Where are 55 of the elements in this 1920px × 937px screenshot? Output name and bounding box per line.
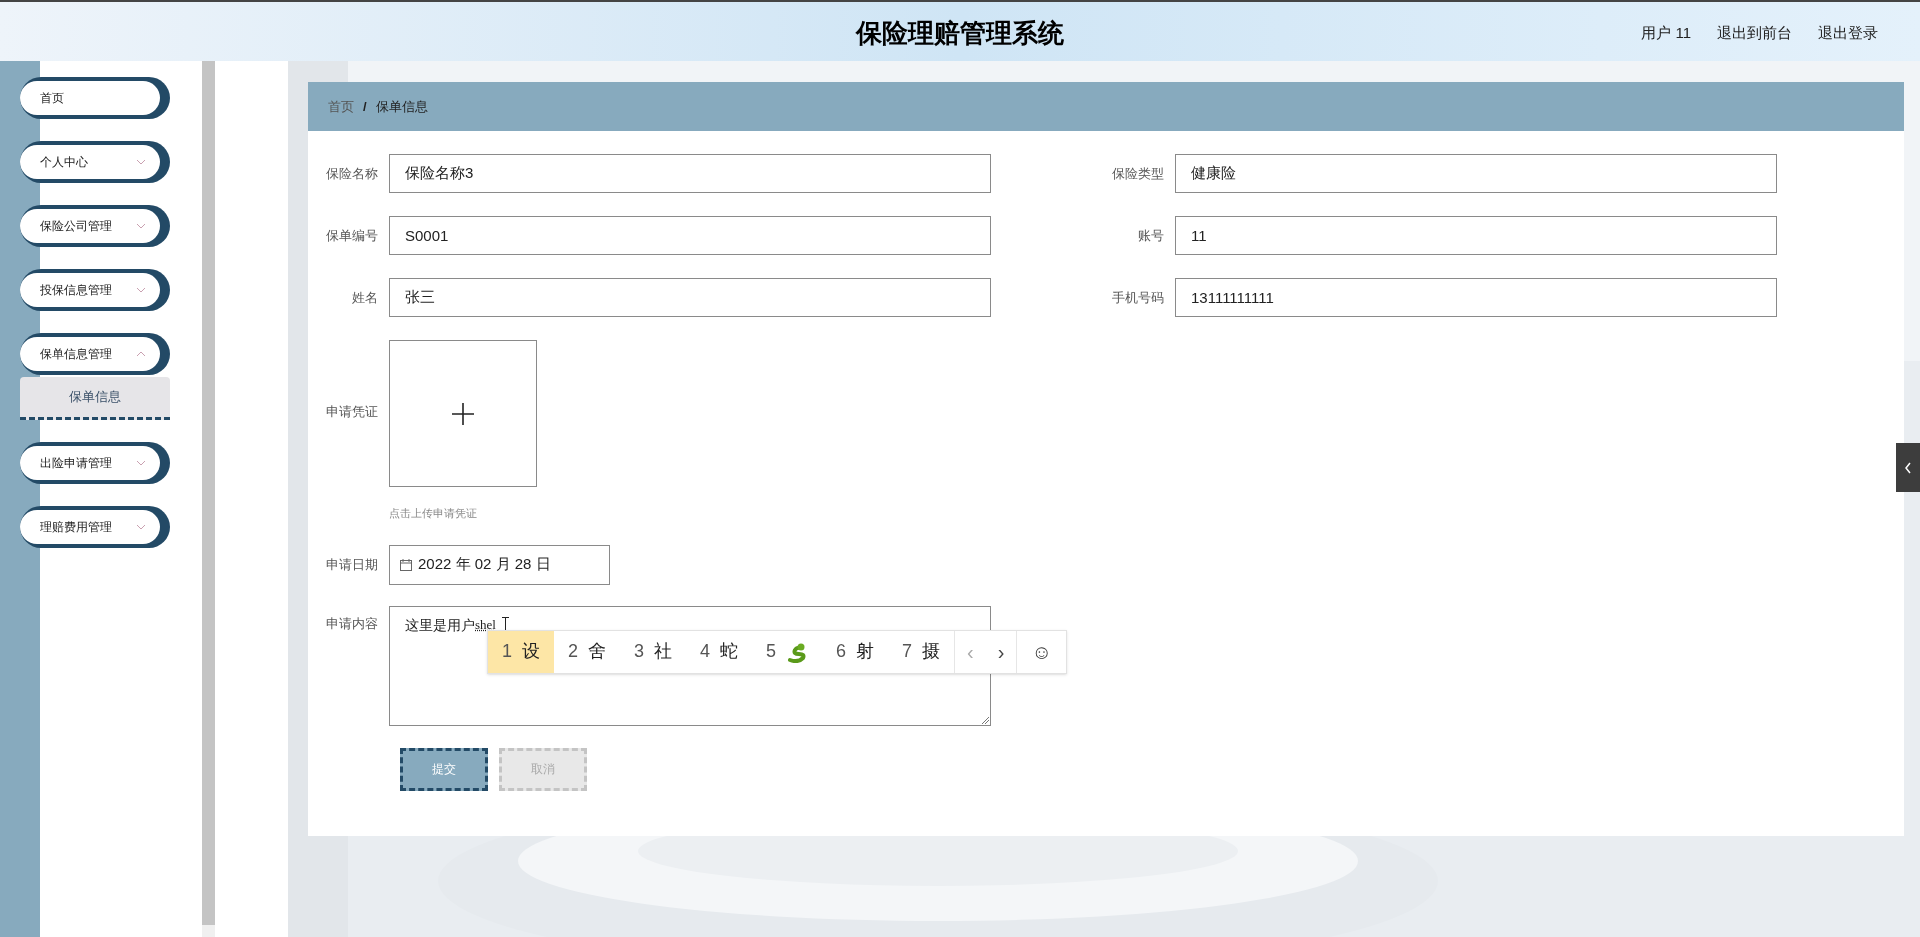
emoji-button[interactable]: ☺	[1016, 630, 1066, 673]
sidebar-scrollbar[interactable]	[202, 61, 215, 937]
menu-item[interactable]: 保险公司管理	[20, 205, 170, 247]
menu-label: 理赔费用管理	[40, 519, 112, 536]
menu-label: 保险公司管理	[40, 218, 112, 235]
field-label: 手机号码	[1111, 289, 1165, 307]
menu-label: 出险申请管理	[40, 455, 112, 472]
candidate-item[interactable]: 5	[752, 630, 823, 673]
text-cursor-icon	[501, 616, 509, 631]
resize-grip-icon[interactable]	[981, 715, 989, 724]
menu-label: 投保信息管理	[40, 282, 112, 299]
field-label: 申请日期	[325, 555, 379, 574]
menu-item[interactable]: 保单信息管理	[20, 333, 170, 375]
field-label: 申请内容	[325, 614, 379, 633]
upload-hint: 点击上传申请凭证	[389, 506, 478, 521]
input-field[interactable]: 保险名称3	[389, 154, 991, 193]
candidate-item[interactable]: 3 社	[620, 630, 687, 673]
breadcrumb-separator: /	[363, 97, 367, 116]
field-label: 保险名称	[325, 165, 379, 183]
input-field[interactable]: 健康险	[1175, 154, 1777, 193]
input-field[interactable]: 13111111111	[1175, 278, 1777, 317]
input-field[interactable]: 张三	[389, 278, 991, 317]
calendar-icon	[400, 558, 412, 571]
candidate-item[interactable]: 4 蛇	[686, 630, 753, 673]
header-link[interactable]: 退出登录	[1818, 22, 1878, 45]
menu-item[interactable]: 出险申请管理	[20, 442, 170, 484]
menu-label: 保单信息管理	[40, 346, 112, 363]
menu-label: 个人中心	[40, 154, 88, 171]
candidate-item[interactable]: 1 设	[488, 630, 554, 673]
candidate-item[interactable]: 2 舍	[554, 630, 621, 673]
input-field[interactable]: 11	[1175, 216, 1777, 255]
header-link[interactable]: 用户 11	[1641, 22, 1691, 45]
menu-item[interactable]: 首页	[20, 77, 170, 119]
collapse-tab[interactable]	[1896, 443, 1920, 492]
menu-item[interactable]: 投保信息管理	[20, 269, 170, 311]
app-title: 保险理赔管理系统	[856, 17, 1064, 50]
menu-item[interactable]: 个人中心	[20, 141, 170, 183]
breadcrumb-item: 保单信息	[375, 97, 428, 116]
menu-label: 首页	[40, 90, 64, 107]
submenu-item[interactable]: 保单信息	[20, 377, 170, 420]
menu-item[interactable]: 理赔费用管理	[20, 506, 170, 548]
upload-box[interactable]	[389, 340, 537, 487]
field-label: 申请凭证	[325, 403, 379, 421]
field-label: 保险类型	[1111, 165, 1165, 183]
field-label: 保单编号	[325, 227, 379, 245]
date-field[interactable]: 2022 年 02 月 28 日	[389, 544, 610, 585]
input-field[interactable]: S0001	[389, 216, 991, 255]
plus-icon	[452, 402, 474, 425]
candidate-item[interactable]: 7 摄	[888, 630, 955, 673]
field-label: 账号	[1137, 227, 1165, 245]
field-label: 姓名	[351, 289, 379, 307]
chevron-left-icon	[1904, 461, 1912, 474]
header-link[interactable]: 退出到前台	[1717, 22, 1792, 45]
candidate-item[interactable]: 6 射	[822, 630, 889, 673]
typed-text: 这里是用户	[405, 615, 475, 635]
